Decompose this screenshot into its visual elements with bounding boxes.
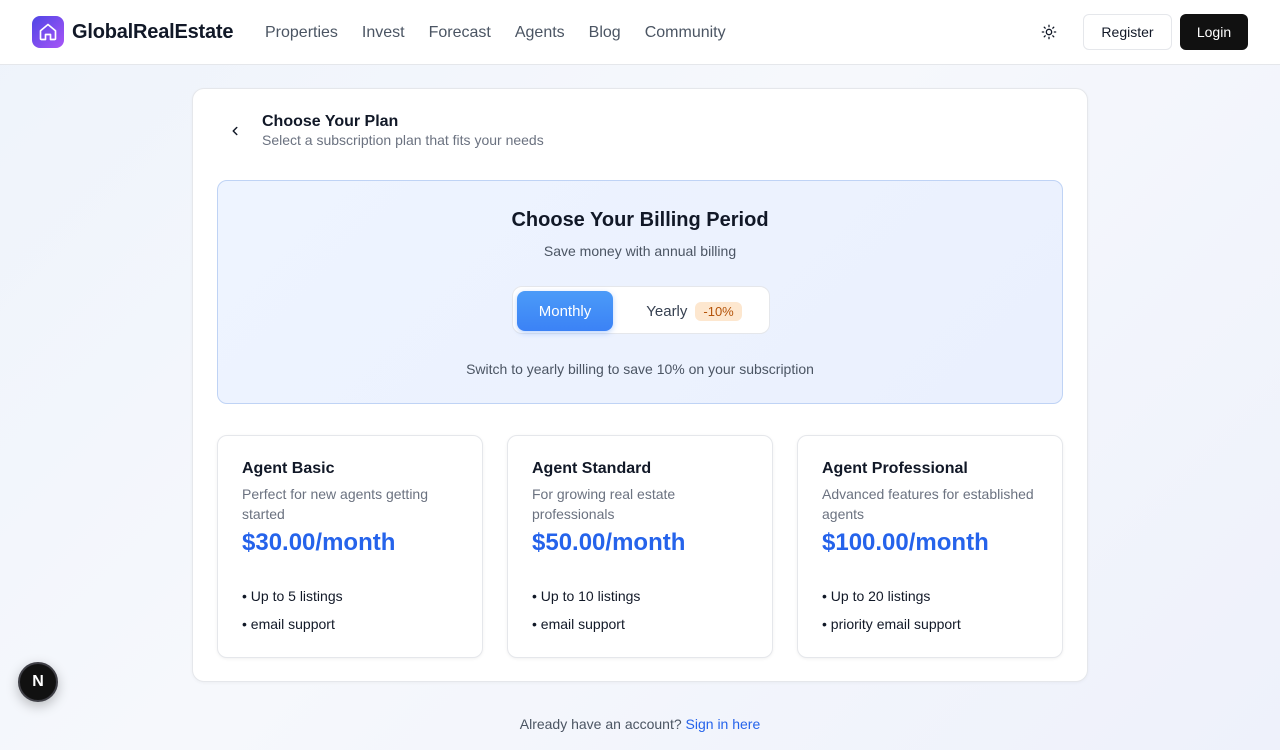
brand-name: GlobalRealEstate <box>72 20 234 43</box>
plan-card-basic[interactable]: Agent Basic Perfect for new agents getti… <box>217 435 483 658</box>
plan-description: For growing real estate professionals <box>532 486 676 522</box>
plan-description: Advanced features for established agents <box>822 486 1034 522</box>
billing-subtitle: Save money with annual billing <box>543 243 737 259</box>
register-button[interactable]: Register <box>1083 14 1172 50</box>
plan-features: • Up to 20 listings • priority email sup… <box>822 586 961 642</box>
plan-selection-card: Choose Your Plan Select a subscription p… <box>192 88 1088 682</box>
plan-name: Agent Basic <box>242 460 335 477</box>
chevron-left-icon[interactable] <box>225 121 245 141</box>
login-button[interactable]: Login <box>1180 14 1248 50</box>
signin-link[interactable]: Sign in here <box>686 716 761 732</box>
nav-agents[interactable]: Agents <box>515 24 565 42</box>
top-navbar: GlobalRealEstate Properties Invest Forec… <box>0 0 1280 65</box>
dev-badge-label: N <box>32 673 44 690</box>
plan-features: • Up to 5 listings • email support <box>242 586 343 642</box>
plan-feature: • Up to 10 listings <box>532 588 641 604</box>
plan-card-standard[interactable]: Agent Standard For growing real estate p… <box>507 435 773 658</box>
sun-icon[interactable] <box>1036 19 1062 45</box>
billing-toggle: Monthly Yearly -10% <box>512 286 770 334</box>
monthly-option[interactable]: Monthly <box>517 291 613 331</box>
page-subtitle: Select a subscription plan that fits you… <box>262 132 544 148</box>
brand-logo[interactable]: GlobalRealEstate <box>32 16 234 48</box>
plan-name: Agent Standard <box>532 460 652 477</box>
nav-forecast[interactable]: Forecast <box>429 24 491 42</box>
plan-feature: • email support <box>242 616 335 632</box>
nav-properties[interactable]: Properties <box>265 24 338 42</box>
dev-tools-badge[interactable]: N <box>18 662 58 702</box>
yearly-label: Yearly <box>646 302 688 320</box>
plan-name: Agent Professional <box>822 460 968 477</box>
signin-prompt: Already have an account? Sign in here <box>0 716 1280 732</box>
plan-description: Perfect for new agents getting started <box>242 486 428 522</box>
billing-title: Choose Your Billing Period <box>511 209 769 231</box>
billing-note: Switch to yearly billing to save 10% on … <box>466 361 814 377</box>
nav-invest[interactable]: Invest <box>362 24 405 42</box>
plan-feature: • priority email support <box>822 616 961 632</box>
billing-period-panel: Choose Your Billing Period Save money wi… <box>217 180 1063 404</box>
signin-prompt-text: Already have an account? <box>519 716 682 732</box>
plan-price: $50.00/month <box>532 529 686 556</box>
yearly-option[interactable]: Yearly -10% <box>621 291 767 331</box>
home-icon <box>32 16 64 48</box>
plan-feature: • Up to 20 listings <box>822 588 931 604</box>
plan-card-professional[interactable]: Agent Professional Advanced features for… <box>797 435 1063 658</box>
plan-price: $30.00/month <box>242 529 396 556</box>
nav-community[interactable]: Community <box>645 24 726 42</box>
plan-features: • Up to 10 listings • email support <box>532 586 640 642</box>
plan-feature: • Up to 5 listings <box>242 588 343 604</box>
discount-badge: -10% <box>695 301 742 321</box>
plan-price: $100.00/month <box>822 529 989 556</box>
plan-feature: • email support <box>532 616 625 632</box>
nav-blog[interactable]: Blog <box>589 24 621 42</box>
page-title: Choose Your Plan <box>262 113 399 130</box>
main-nav: Properties Invest Forecast Agents Blog C… <box>265 0 750 65</box>
